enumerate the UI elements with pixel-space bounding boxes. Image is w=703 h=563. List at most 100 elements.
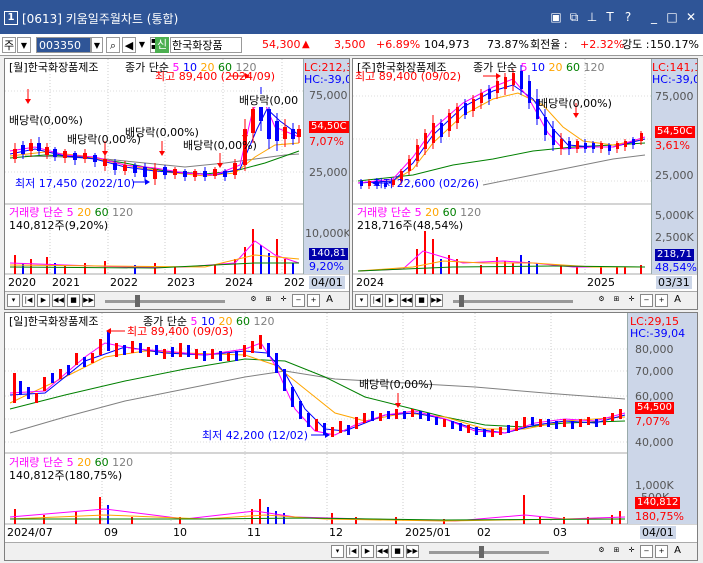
daily-chart-canvas[interactable] [5,313,698,561]
monthly-vol-ma120[interactable]: 120 [112,206,133,219]
tool-icon[interactable]: ⊞ [262,294,275,307]
prev-icon[interactable]: ▶ [361,545,374,558]
stop-icon[interactable]: ■ [415,294,428,307]
zoom-out-icon[interactable]: − [292,294,305,307]
slider-handle[interactable] [459,295,464,307]
text-size-icon[interactable]: A [323,294,336,307]
monthly-volume-pct: 9,20% [309,260,344,273]
weekly-ma10[interactable]: 10 [531,61,545,74]
font-icon[interactable]: T [603,10,617,24]
weekly-vol-ma60[interactable]: 60 [443,206,457,219]
code-dropdown-icon[interactable]: ▼ [91,37,103,53]
ma5-line [357,78,646,184]
daily-pct-badge: 7,07% [635,415,670,428]
daily-chart-pane: [일]한국화장품제조 종가 단순 5 10 20 60 120 LC:29,15… [4,312,698,561]
last-date-label: 03/31 [656,276,692,289]
first-icon[interactable]: |◀ [22,294,35,307]
close-icon[interactable]: ✕ [684,10,698,24]
daily-vol-ma20[interactable]: 20 [77,456,91,469]
crosshair-icon[interactable]: ✛ [277,294,290,307]
minimize-icon[interactable]: _ [647,10,661,24]
collapse-icon[interactable]: ▾ [355,294,368,307]
first-icon[interactable]: |◀ [370,294,383,307]
zoom-out-icon[interactable]: − [640,545,653,558]
rewind-icon[interactable]: ◀◀ [400,294,413,307]
weekly-ma20[interactable]: 20 [548,61,562,74]
collapse-icon[interactable]: ▾ [331,545,344,558]
daily-ma60[interactable]: 60 [236,315,250,328]
monthly-zoom-slider[interactable] [105,300,225,303]
daily-ma120[interactable]: 120 [253,315,274,328]
window-number-icon: 1 [4,11,18,25]
copy-icon[interactable]: ⧉ [567,10,581,24]
weekly-ma5[interactable]: 5 [520,61,527,74]
text-size-icon[interactable]: A [671,545,684,558]
volume-pct: 73.87% [487,38,529,51]
dividend-label: 배당락(0,00 [239,94,299,107]
stock-code-input[interactable]: 003350 [36,37,91,53]
monthly-vol-ma60[interactable]: 60 [95,206,109,219]
crosshair-icon[interactable]: ✛ [625,294,638,307]
pin-icon[interactable]: ⊥ [585,10,599,24]
rewind-icon[interactable]: ◀◀ [376,545,389,558]
date-label: 10 [173,526,187,539]
weekly-vol-ma5[interactable]: 5 [415,206,422,219]
weekly-vol-ma20[interactable]: 20 [425,206,439,219]
search-icon[interactable]: ⌕ [106,37,120,53]
date-label: 202 [284,276,305,289]
daily-zoom-slider[interactable] [429,551,549,554]
turnover-label: 회전율 : [530,38,568,51]
fast-forward-icon[interactable]: ▶▶ [406,545,419,558]
speaker-dropdown-icon[interactable]: ▼ [137,37,147,53]
speaker-icon[interactable]: ◀ [122,37,136,53]
monthly-vol-ma20[interactable]: 20 [77,206,91,219]
fast-forward-icon[interactable]: ▶▶ [82,294,95,307]
stop-icon[interactable]: ■ [391,545,404,558]
settings-icon[interactable]: ⚙ [595,294,608,307]
fast-forward-icon[interactable]: ▶▶ [430,294,443,307]
monthly-vol-ma5[interactable]: 5 [67,206,74,219]
weekly-price-tick: 75,000 [655,90,694,103]
crosshair-icon[interactable]: ✛ [625,545,638,558]
monthly-low-label: 최저 17,450 (2022/10) [15,177,136,190]
date-label: 2024 [356,276,384,289]
stop-icon[interactable]: ■ [67,294,80,307]
maximize-icon[interactable]: □ [665,10,679,24]
weekly-high-label: 최고 89,400 (09/02) [355,70,462,83]
weekly-zoom-slider[interactable] [453,300,573,303]
zoom-in-icon[interactable]: + [655,294,668,307]
tool-icon[interactable]: ⊞ [610,294,623,307]
zoom-in-icon[interactable]: + [655,545,668,558]
prev-icon[interactable]: ▶ [385,294,398,307]
settings-icon[interactable]: ⚙ [595,545,608,558]
prev-icon[interactable]: ▶ [37,294,50,307]
weekly-vol-ma120[interactable]: 120 [460,206,481,219]
zoom-in-icon[interactable]: + [307,294,320,307]
tool-icon[interactable]: ⊞ [610,545,623,558]
rewind-icon[interactable]: ◀◀ [52,294,65,307]
weekly-volume-tick: 2,500K [655,231,694,244]
strength-label: 강도 : [622,38,650,51]
slider-handle[interactable] [479,546,484,558]
text-size-icon[interactable]: A [671,294,684,307]
collapse-icon[interactable]: ▾ [7,294,20,307]
daily-volume-value: 140,812주(180,75%) [9,469,123,482]
help-icon[interactable]: ? [621,10,635,24]
zoom-out-icon[interactable]: − [640,294,653,307]
dividend-label: 배당락(0,00%) [538,97,612,110]
daily-volume-pct: 180,75% [635,510,684,523]
weekly-volume-ma: 단순 [390,206,412,219]
daily-vol-ma120[interactable]: 120 [112,456,133,469]
daily-vol-ma60[interactable]: 60 [95,456,109,469]
first-icon[interactable]: |◀ [346,545,359,558]
weekly-ma60[interactable]: 60 [566,61,580,74]
weekly-ma120[interactable]: 120 [583,61,604,74]
settings-icon[interactable]: ⚙ [247,294,260,307]
market-dropdown-icon[interactable]: ▼ [17,37,31,53]
daily-vol-ma5[interactable]: 5 [67,456,74,469]
daily-candles [13,331,622,437]
daily-title: [일]한국화장품제조 [9,315,99,328]
slider-handle[interactable] [135,295,140,307]
market-select[interactable]: 주 [2,37,16,53]
link-icon[interactable]: ▣ [549,10,563,24]
